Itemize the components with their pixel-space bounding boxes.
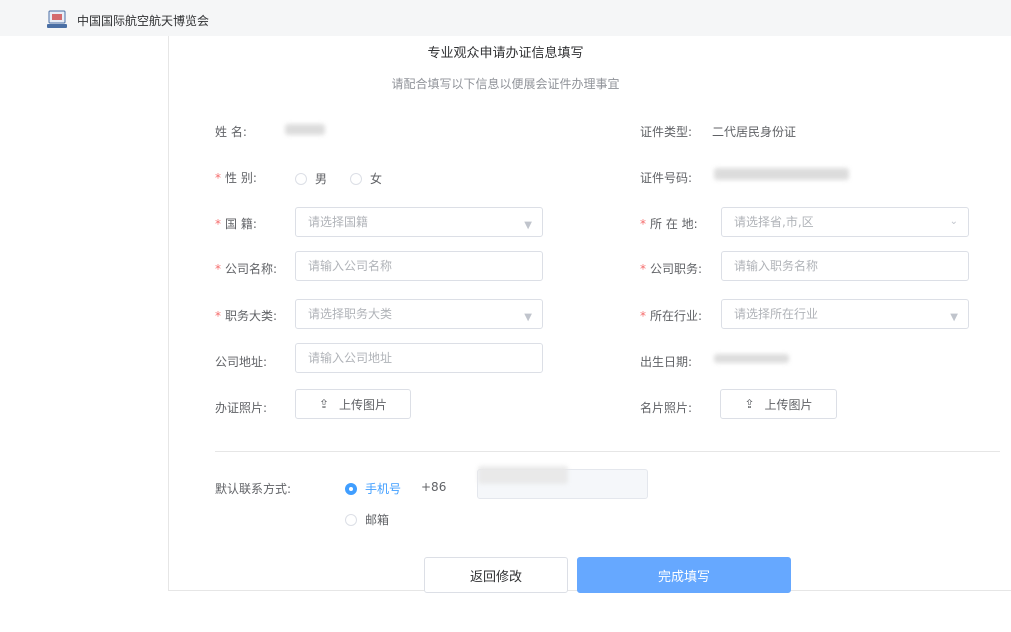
radio-circle — [350, 172, 362, 185]
caret-down-icon: ▼ — [950, 312, 958, 323]
id-type-value: 二代居民身份证 — [712, 125, 797, 139]
required-mark: * — [215, 171, 221, 185]
radio-circle-checked — [345, 482, 357, 495]
card-photo-label: 名片照片: — [640, 401, 693, 415]
contact-radio-phone[interactable]: 手机号 — [345, 480, 401, 497]
upload-icon: ⇪ — [318, 397, 330, 411]
location-label: * 所 在 地: — [640, 217, 698, 231]
complete-button[interactable]: 完成填写 — [577, 557, 791, 593]
position-input[interactable]: 请输入职务名称 — [721, 251, 969, 281]
upload-icon: ⇪ — [744, 397, 755, 411]
required-mark: * — [640, 217, 646, 231]
top-bar: 中国国际航空航天博览会 — [0, 0, 1011, 36]
job-category-select[interactable]: 请选择职务大类 ▼ — [295, 299, 543, 329]
company-name-input[interactable]: 请输入公司名称 — [295, 251, 543, 281]
gender-radio-male[interactable]: 男 — [295, 170, 327, 187]
contact-radio-email[interactable]: 邮箱 — [345, 511, 389, 528]
company-address-label: 公司地址: — [215, 355, 268, 369]
required-mark: * — [640, 309, 646, 323]
location-select[interactable]: 请选择省,市,区 ⌄ — [721, 207, 969, 237]
radio-circle — [295, 172, 307, 185]
chevron-down-icon: ⌄ — [949, 216, 958, 227]
form-title: 专业观众申请办证信息填写 — [427, 46, 584, 61]
contact-label: 默认联系方式: — [215, 482, 292, 496]
position-label: * 公司职务: — [640, 262, 703, 276]
required-mark: * — [215, 217, 221, 231]
nationality-label: * 国 籍: — [215, 217, 257, 231]
company-address-input[interactable]: 请输入公司地址 — [295, 343, 543, 373]
name-label: 姓 名: — [215, 125, 247, 139]
required-mark: * — [215, 262, 221, 276]
back-edit-button[interactable]: 返回修改 — [424, 557, 568, 593]
job-category-label: * 职务大类: — [215, 309, 278, 323]
app-logo-icon — [47, 10, 67, 28]
birth-date-label: 出生日期: — [640, 355, 693, 369]
id-type-label: 证件类型: — [640, 125, 693, 139]
name-value-redacted — [285, 124, 325, 135]
app-title: 中国国际航空航天博览会 — [77, 14, 210, 28]
radio-circle — [345, 513, 357, 526]
caret-down-icon: ▼ — [524, 220, 532, 231]
gender-label: * 性 别: — [215, 171, 257, 185]
card-photo-upload-button[interactable]: ⇪ 上传图片 — [720, 389, 837, 419]
id-number-label: 证件号码: — [640, 171, 693, 185]
required-mark: * — [215, 309, 221, 323]
gender-radio-female[interactable]: 女 — [350, 170, 382, 187]
required-mark: * — [640, 262, 646, 276]
phone-number-redacted — [478, 466, 568, 484]
phone-number-field[interactable] — [477, 466, 648, 499]
id-number-value-redacted — [714, 168, 849, 180]
caret-down-icon: ▼ — [524, 312, 532, 323]
company-name-label: * 公司名称: — [215, 262, 278, 276]
id-photo-upload-button[interactable]: ⇪ 上传图片 — [295, 389, 411, 419]
form-subtitle: 请配合填写以下信息以便展会证件办理事宜 — [391, 77, 620, 91]
industry-label: * 所在行业: — [640, 309, 703, 323]
id-photo-label: 办证照片: — [215, 401, 268, 415]
country-code: +86 — [421, 480, 447, 494]
industry-select[interactable]: 请选择所在行业 ▼ — [721, 299, 969, 329]
birth-date-value-redacted — [714, 354, 789, 363]
nationality-select[interactable]: 请选择国籍 ▼ — [295, 207, 543, 237]
section-divider — [215, 451, 1000, 452]
